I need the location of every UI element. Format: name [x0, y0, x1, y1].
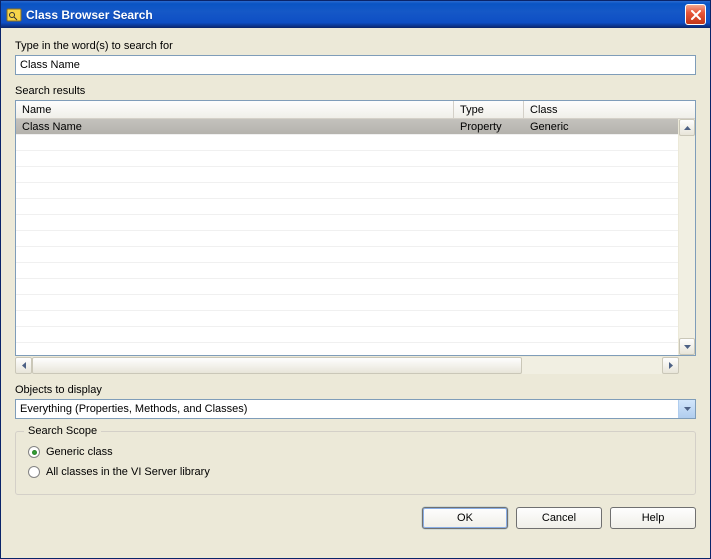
- cell-class: Generic: [524, 119, 672, 134]
- scroll-left-button[interactable]: [15, 357, 32, 374]
- scroll-down-button[interactable]: [679, 338, 695, 355]
- cell-name: Class Name: [16, 119, 454, 134]
- cancel-button[interactable]: Cancel: [516, 507, 602, 529]
- help-button[interactable]: Help: [610, 507, 696, 529]
- radio-all-row[interactable]: All classes in the VI Server library: [28, 466, 683, 478]
- search-input[interactable]: [15, 55, 696, 75]
- scroll-right-button[interactable]: [662, 357, 679, 374]
- listview-rows: Class Name Property Generic: [16, 119, 678, 355]
- empty-row: [16, 215, 678, 231]
- hscroll-track[interactable]: [32, 357, 662, 374]
- scroll-track[interactable]: [679, 136, 695, 338]
- empty-row: [16, 327, 678, 343]
- button-row: OK Cancel Help: [15, 507, 696, 529]
- column-header-name[interactable]: Name: [16, 101, 454, 118]
- scroll-corner: [679, 357, 696, 374]
- combo-dropdown-button[interactable]: [678, 400, 695, 418]
- radio-all-label: All classes in the VI Server library: [46, 466, 210, 478]
- combo-value: Everything (Properties, Methods, and Cla…: [16, 401, 678, 417]
- empty-row: [16, 311, 678, 327]
- empty-row: [16, 263, 678, 279]
- empty-row: [16, 135, 678, 151]
- dialog-content: Type in the word(s) to search for Search…: [1, 28, 710, 558]
- scroll-up-button[interactable]: [679, 119, 695, 136]
- scope-title: Search Scope: [24, 425, 101, 437]
- ok-label: OK: [457, 512, 473, 524]
- horizontal-scrollbar[interactable]: [15, 357, 696, 374]
- cancel-label: Cancel: [542, 512, 576, 524]
- listview-header: Name Type Class: [16, 101, 695, 119]
- empty-row: [16, 295, 678, 311]
- empty-row: [16, 247, 678, 263]
- empty-row: [16, 167, 678, 183]
- display-label: Objects to display: [15, 384, 696, 396]
- column-header-class[interactable]: Class: [524, 101, 672, 118]
- hscroll-thumb[interactable]: [32, 357, 522, 374]
- table-row[interactable]: Class Name Property Generic: [16, 119, 678, 135]
- listview-body: Class Name Property Generic: [16, 119, 695, 355]
- empty-row: [16, 183, 678, 199]
- results-label: Search results: [15, 85, 696, 97]
- empty-row: [16, 199, 678, 215]
- search-label: Type in the word(s) to search for: [15, 40, 696, 52]
- cell-type: Property: [454, 119, 524, 134]
- dialog-window: Class Browser Search Type in the word(s)…: [0, 0, 711, 559]
- ok-button[interactable]: OK: [422, 507, 508, 529]
- empty-row: [16, 231, 678, 247]
- app-icon: [6, 7, 22, 23]
- radio-all[interactable]: [28, 466, 40, 478]
- display-combo[interactable]: Everything (Properties, Methods, and Cla…: [15, 399, 696, 419]
- results-listview[interactable]: Name Type Class Class Name Property Gene…: [15, 100, 696, 356]
- radio-generic-row[interactable]: Generic class: [28, 446, 683, 458]
- column-header-type[interactable]: Type: [454, 101, 524, 118]
- empty-row: [16, 151, 678, 167]
- scope-groupbox: Search Scope Generic class All classes i…: [15, 431, 696, 495]
- help-label: Help: [642, 512, 665, 524]
- header-scroll-spacer: [672, 101, 689, 118]
- vertical-scrollbar[interactable]: [678, 119, 695, 355]
- window-title: Class Browser Search: [26, 8, 685, 22]
- empty-row: [16, 279, 678, 295]
- radio-generic[interactable]: [28, 446, 40, 458]
- radio-generic-label: Generic class: [46, 446, 113, 458]
- titlebar: Class Browser Search: [1, 1, 710, 28]
- close-button[interactable]: [685, 4, 706, 25]
